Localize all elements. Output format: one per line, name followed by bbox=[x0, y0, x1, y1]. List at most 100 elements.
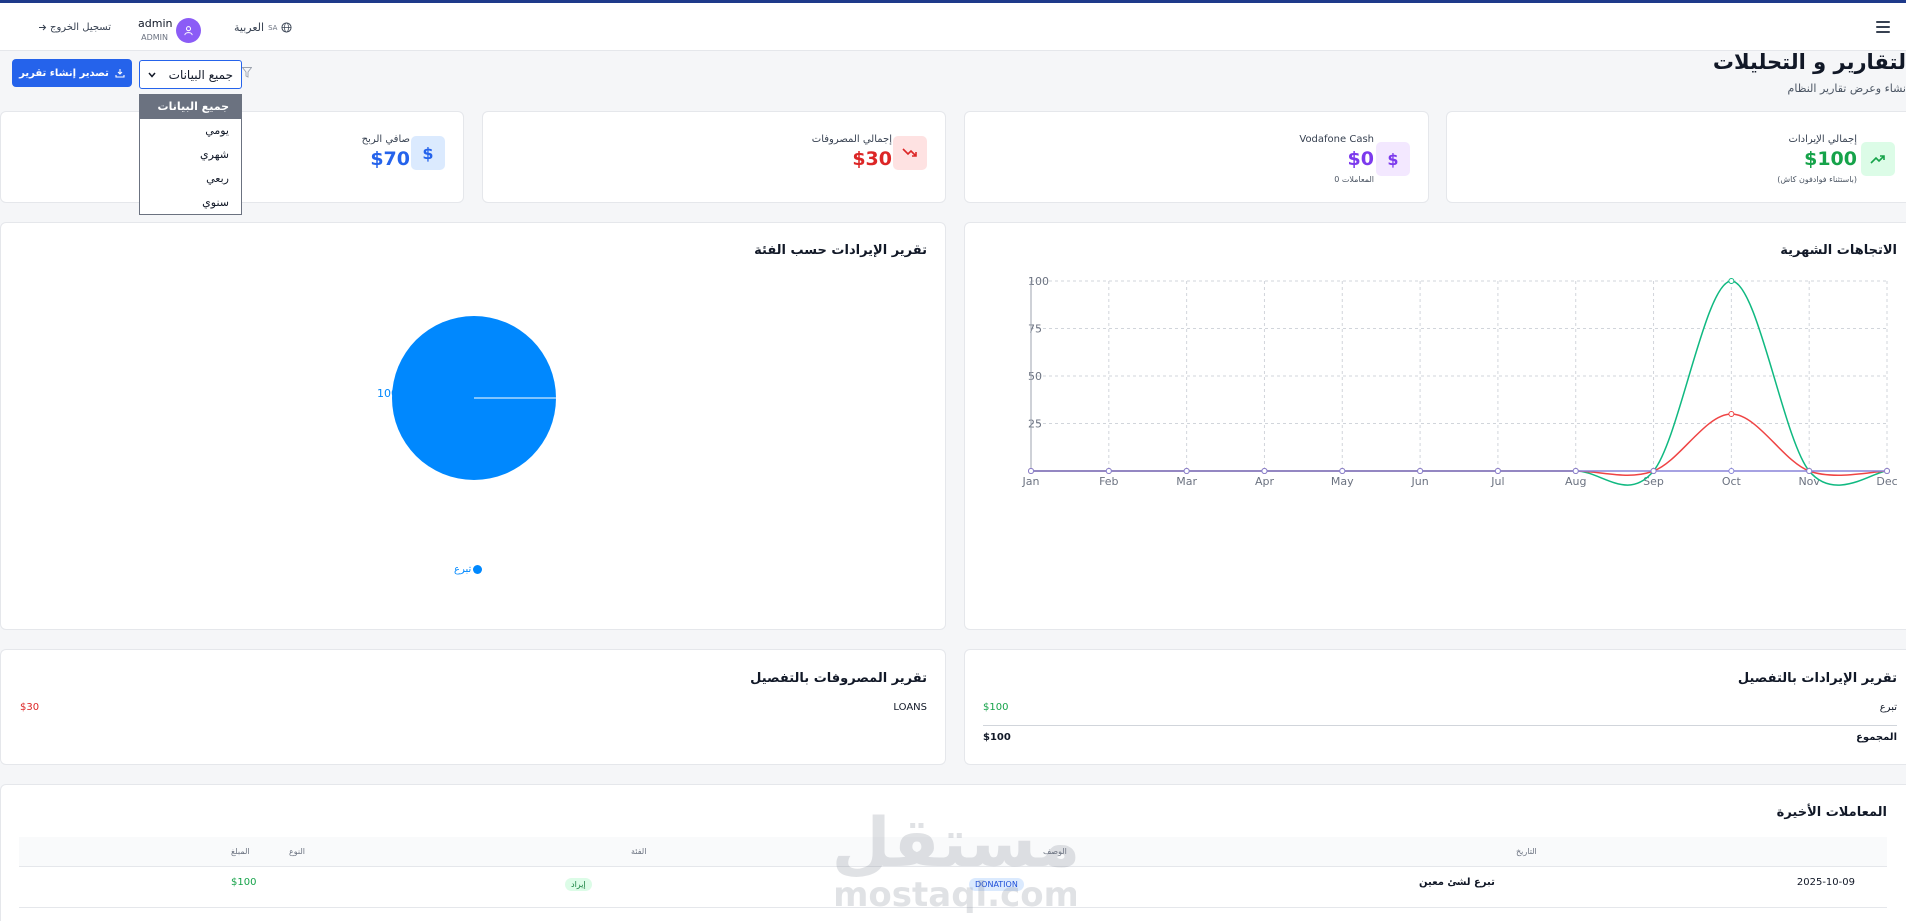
revenue-row-value: $100 bbox=[983, 702, 1009, 713]
logout-label: تسجيل الخروج bbox=[50, 22, 112, 33]
x-tick-label: Nov bbox=[1798, 475, 1820, 488]
pie-legend-dot bbox=[473, 565, 483, 574]
header-amount: المبلغ bbox=[231, 847, 250, 856]
series-point[interactable] bbox=[1417, 468, 1424, 474]
stat-card-vodafone: Vodafone Cash $0 0 المعاملات $ bbox=[964, 111, 1429, 203]
x-tick-label: Feb bbox=[1099, 475, 1118, 488]
stat-title: إجمالي المصروفات bbox=[811, 134, 892, 145]
x-tick-label: Jan bbox=[1022, 475, 1040, 488]
expense-row-label: LOANS bbox=[893, 702, 927, 713]
globe-icon bbox=[281, 22, 292, 33]
series-point[interactable] bbox=[1572, 468, 1579, 474]
page-title: لتقارير و التحليلات bbox=[1712, 50, 1906, 74]
language-switcher[interactable]: العربية SA bbox=[234, 21, 292, 34]
stat-card-revenue: إجمالي الإيرادات $100 (باستثناء فوادفون … bbox=[1446, 111, 1906, 203]
expense-row-value: $30 bbox=[20, 702, 40, 713]
avatar[interactable] bbox=[176, 18, 201, 43]
stat-value: $30 bbox=[852, 148, 892, 170]
revenue-by-category-card: تقرير الإيرادات حسب الفئة 100 تبرع bbox=[0, 222, 946, 630]
filter-option-quarterly[interactable]: ربعي bbox=[140, 167, 241, 191]
header-date: التاريخ bbox=[1516, 847, 1537, 856]
type-badge: إيراد bbox=[565, 878, 592, 891]
user-role: ADMIN bbox=[141, 33, 168, 42]
x-tick-label: Sep bbox=[1643, 475, 1664, 488]
table-row[interactable]: 2025-10-09 تبرع لشئ معين DONATION إيراد … bbox=[19, 868, 1887, 908]
language-label: العربية bbox=[234, 21, 265, 34]
revenue-total-value: $100 bbox=[983, 732, 1011, 743]
stat-title: إجمالي الإيرادات bbox=[1788, 134, 1857, 145]
stat-note: (باستثناء فوادفون كاش) bbox=[1777, 175, 1857, 184]
period-filter-dropdown: جميع البيانات يومي شهري ربعي سنوي bbox=[139, 94, 242, 215]
pie-legend-label: تبرع bbox=[454, 564, 472, 575]
series-point[interactable] bbox=[1183, 468, 1190, 474]
stat-value: $100 bbox=[1804, 148, 1857, 170]
series-point[interactable] bbox=[1261, 468, 1268, 474]
filter-selected-value: جميع البيانات bbox=[168, 67, 233, 82]
monthly-trends-card: الاتجاهات الشهرية Jan Feb Mar Apr May Jun Jul A… bbox=[964, 222, 1906, 630]
cell-date: 2025-10-09 bbox=[1796, 877, 1855, 888]
chart-grid bbox=[1030, 280, 1888, 472]
recent-transactions-card: المعاملات الأخيرة التاريخ الوصف الفئة ال… bbox=[0, 784, 1906, 921]
period-filter-select[interactable]: جميع البيانات bbox=[139, 60, 242, 89]
user-name: admin bbox=[138, 17, 173, 30]
y-tick-label: 50 bbox=[1028, 370, 1042, 383]
filter-option-monthly[interactable]: شهري bbox=[140, 143, 241, 167]
trending-up-icon bbox=[1861, 142, 1895, 176]
stat-card-expenses: إجمالي المصروفات $30 bbox=[482, 111, 946, 203]
expense-detail-card: تقرير المصروفات بالتفصيل LOANS $30 bbox=[0, 649, 946, 765]
series-point[interactable] bbox=[1494, 468, 1501, 474]
dollar-icon: $ bbox=[411, 136, 445, 170]
chevron-down-icon bbox=[148, 72, 156, 78]
y-tick-label: 25 bbox=[1028, 418, 1042, 431]
export-report-button[interactable]: تصدير إنشاء تقرير bbox=[12, 59, 132, 87]
header-description: الوصف bbox=[1043, 847, 1067, 856]
series-point[interactable] bbox=[1650, 468, 1657, 474]
series-line-0 bbox=[1031, 280, 1888, 486]
series-point[interactable] bbox=[1028, 468, 1034, 474]
x-tick-label: Mar bbox=[1176, 475, 1197, 488]
header-category: الفئة bbox=[631, 847, 647, 856]
divider bbox=[983, 725, 1897, 726]
series-point[interactable] bbox=[1806, 468, 1813, 474]
filter-option-daily[interactable]: يومي bbox=[140, 119, 241, 143]
logout-button[interactable]: تسجيل الخروج bbox=[38, 22, 111, 33]
pie-legend: تبرع bbox=[454, 564, 483, 575]
series-point[interactable] bbox=[1728, 468, 1735, 474]
stat-note: 0 المعاملات bbox=[1334, 175, 1374, 184]
revenue-detail-title: تقرير الإيرادات بالتفصيل bbox=[1737, 671, 1897, 686]
x-tick-label: Aug bbox=[1565, 475, 1586, 488]
x-tick-label: Apr bbox=[1255, 475, 1275, 488]
download-icon bbox=[115, 69, 125, 78]
revenue-total-label: المجموع bbox=[1856, 732, 1897, 743]
x-tick-label: Jun bbox=[1410, 475, 1428, 488]
series-point[interactable] bbox=[1884, 468, 1890, 474]
x-tick-label: Jul bbox=[1490, 475, 1504, 488]
top-bar: العربية SA admin ADMIN تسجيل الخروج bbox=[0, 0, 1906, 51]
monthly-trends-chart: Jan Feb Mar Apr May Jun Jul Aug Sep Oct Nov Dec 25 50… bbox=[1022, 275, 1898, 488]
x-tick-label: Dec bbox=[1876, 475, 1897, 488]
stat-title: صافي الربح bbox=[361, 134, 410, 145]
series-point[interactable] bbox=[1728, 411, 1735, 417]
x-tick-label: May bbox=[1331, 475, 1354, 488]
stat-value: $0 bbox=[1347, 148, 1374, 170]
stat-title: Vodafone Cash bbox=[1299, 134, 1374, 145]
series-point[interactable] bbox=[1339, 468, 1346, 474]
revenue-detail-card: تقرير الإيرادات بالتفصيل تبرع $100 المجم… bbox=[964, 649, 1906, 765]
logout-icon bbox=[39, 24, 47, 31]
page-subtitle: نشاء وعرض تقارير النظام bbox=[1787, 82, 1906, 95]
language-code: SA bbox=[268, 23, 278, 32]
filter-option-yearly[interactable]: سنوي bbox=[140, 191, 241, 215]
stat-value: $70 bbox=[370, 148, 410, 170]
export-label: تصدير إنشاء تقرير bbox=[19, 67, 109, 79]
series-point[interactable] bbox=[1728, 278, 1735, 284]
series-point[interactable] bbox=[1105, 468, 1112, 474]
dollar-icon: $ bbox=[1376, 142, 1410, 176]
revenue-row-label: تبرع bbox=[1879, 702, 1897, 713]
user-icon bbox=[184, 26, 193, 36]
filter-option-all[interactable]: جميع البيانات bbox=[140, 95, 241, 119]
y-tick-label: 75 bbox=[1028, 323, 1042, 336]
category-badge: DONATION bbox=[969, 878, 1024, 891]
expense-detail-title: تقرير المصروفات بالتفصيل bbox=[750, 671, 927, 686]
menu-icon[interactable] bbox=[1876, 21, 1890, 33]
header-type: النوع bbox=[289, 847, 305, 856]
